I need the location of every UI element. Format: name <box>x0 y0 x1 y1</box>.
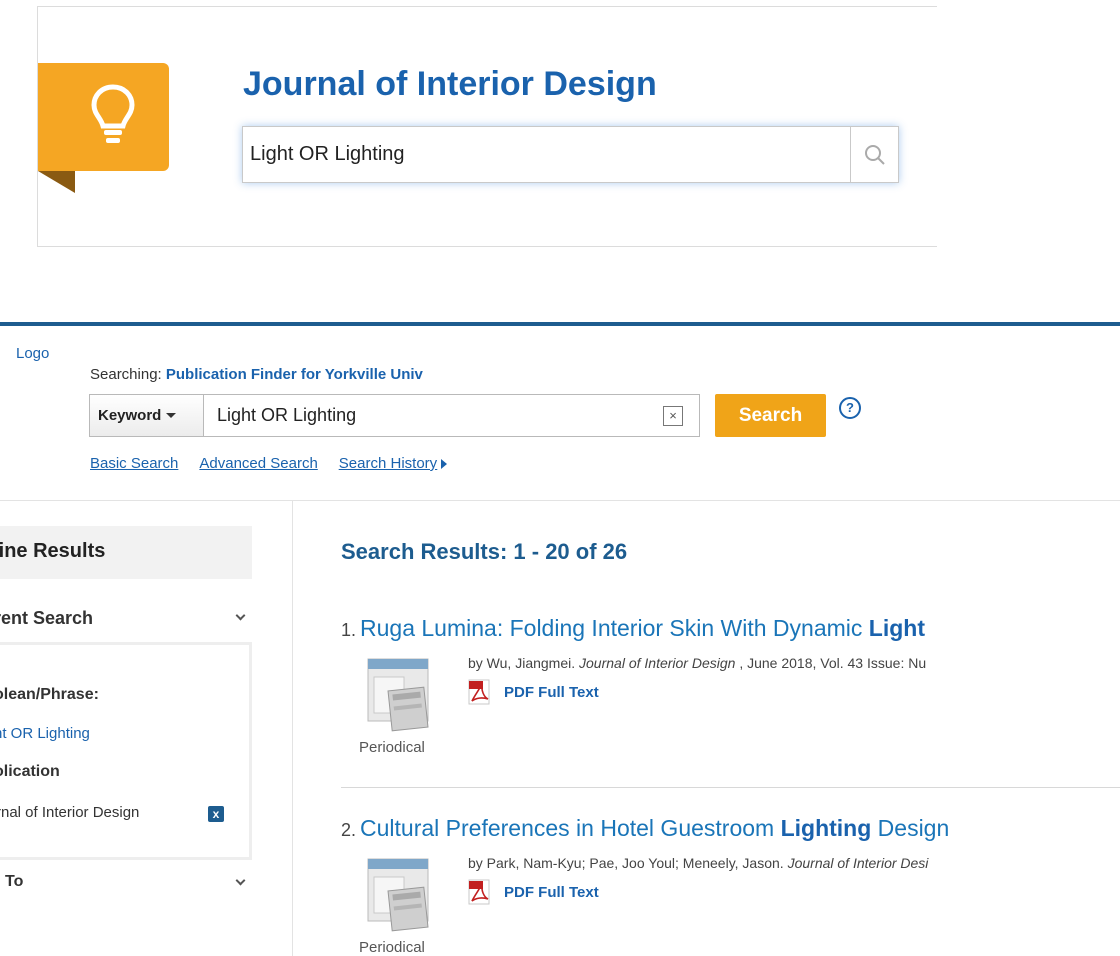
publication-search-button[interactable] <box>850 127 898 182</box>
result-item: 2. Cultural Preferences in Hotel Guestroo… <box>341 815 1120 956</box>
header-rule <box>0 322 1120 326</box>
result-number: 2. <box>341 820 357 840</box>
result-journal: Journal of Interior Desi <box>787 855 929 871</box>
result-number: 1. <box>341 620 357 640</box>
result-journal: Journal of Interior Design <box>579 655 736 671</box>
current-search-toggle[interactable]: rent Search <box>0 608 252 629</box>
current-search-box: olean/Phrase: ht OR Lighting olication r… <box>0 642 252 860</box>
clear-icon[interactable]: × <box>663 405 683 426</box>
publication-search-panel: Journal of Interior Design <box>37 6 937 247</box>
limit-to-toggle[interactable]: To <box>0 873 252 891</box>
triangle-right-icon <box>441 459 448 470</box>
boolean-phrase-value[interactable]: ht OR Lighting <box>0 725 90 742</box>
chevron-down-icon <box>235 610 246 621</box>
refine-results-label: fine Results <box>0 540 106 562</box>
periodical-icon[interactable] <box>358 655 438 733</box>
page: Journal of Interior Design Logo Searchin… <box>0 0 1120 956</box>
chevron-down-icon <box>235 875 246 886</box>
limit-to-label: To <box>5 873 24 890</box>
result-title[interactable]: 2. Cultural Preferences in Hotel Guestroo… <box>341 815 1120 842</box>
pdf-full-text-link[interactable]: PDF Full Text <box>468 879 599 905</box>
result-citation: by Park, Nam-Kyu; Pae, Joo Youl; Meneely… <box>468 855 928 871</box>
pdf-full-text-label: PDF Full Text <box>504 883 599 901</box>
search-history-label: Search History <box>338 455 438 472</box>
result-title-text: Ruga Lumina: Folding Interior Skin With … <box>360 615 869 641</box>
result-type: Periodical <box>359 739 425 756</box>
current-search-label: rent Search <box>0 608 94 628</box>
boolean-phrase-label: olean/Phrase: <box>0 686 99 703</box>
remove-filter-icon[interactable]: x <box>208 806 224 822</box>
refine-results-heading: fine Results <box>0 526 252 579</box>
publication-search-input[interactable] <box>243 127 850 182</box>
result-authors: by Park, Nam-Kyu; Pae, Joo Youl; Meneely… <box>468 855 788 871</box>
pdf-full-text-label: PDF Full Text <box>504 683 599 701</box>
publication-label: olication <box>0 763 60 780</box>
search-bar: Keyword × Search ? <box>89 394 861 437</box>
field-select-label: Keyword <box>98 407 162 424</box>
pdf-full-text-link[interactable]: PDF Full Text <box>468 679 599 705</box>
search-history-link[interactable]: Search History <box>338 455 448 472</box>
query-box: × <box>204 394 700 437</box>
result-type: Periodical <box>359 939 425 956</box>
periodical-icon[interactable] <box>358 855 438 933</box>
result-item: 1. Ruga Lumina: Folding Interior Skin Wit… <box>341 615 1120 788</box>
logo-link[interactable]: Logo <box>16 345 49 362</box>
badge-fold <box>38 171 75 193</box>
search-links: Basic Search Advanced Search Search Hist… <box>90 455 448 472</box>
publication-title[interactable]: Journal of Interior Design <box>243 65 657 104</box>
caret-down-icon <box>166 413 177 418</box>
lightbulb-icon <box>91 84 135 143</box>
result-citation: by Wu, Jiangmei. Journal of Interior Des… <box>468 655 926 671</box>
pdf-icon <box>468 879 490 905</box>
basic-search-link[interactable]: Basic Search <box>90 455 178 472</box>
result-separator <box>341 787 1120 788</box>
publication-value: rnal of Interior Design <box>0 804 140 821</box>
help-icon[interactable]: ? <box>839 396 861 419</box>
magnifier-icon <box>864 144 885 165</box>
results-heading: Search Results: 1 - 20 of 26 <box>341 539 628 564</box>
result-details: , June 2018, Vol. 43 Issue: Nu <box>735 655 927 671</box>
result-title-text-end: Design <box>871 815 950 841</box>
field-select[interactable]: Keyword <box>89 394 204 437</box>
result-title-text: Cultural Preferences in Hotel Guestroom <box>360 815 781 841</box>
pdf-icon <box>468 679 490 705</box>
searching-target[interactable]: Publication Finder for Yorkville Univ <box>166 366 423 383</box>
search-button[interactable]: Search <box>715 394 826 437</box>
searching-info: Searching: Publication Finder for Yorkvi… <box>90 366 423 383</box>
searching-label: Searching: <box>90 366 162 383</box>
result-title[interactable]: 1. Ruga Lumina: Folding Interior Skin Wit… <box>341 615 1120 642</box>
query-input[interactable] <box>204 405 663 426</box>
advanced-search-link[interactable]: Advanced Search <box>199 455 317 472</box>
divider <box>0 500 1120 501</box>
result-authors: by Wu, Jiangmei. <box>468 655 580 671</box>
publication-search-box <box>242 126 899 183</box>
sidebar-divider <box>292 501 293 956</box>
result-title-highlight: Light <box>868 615 925 641</box>
result-title-highlight: Lighting <box>780 815 872 841</box>
